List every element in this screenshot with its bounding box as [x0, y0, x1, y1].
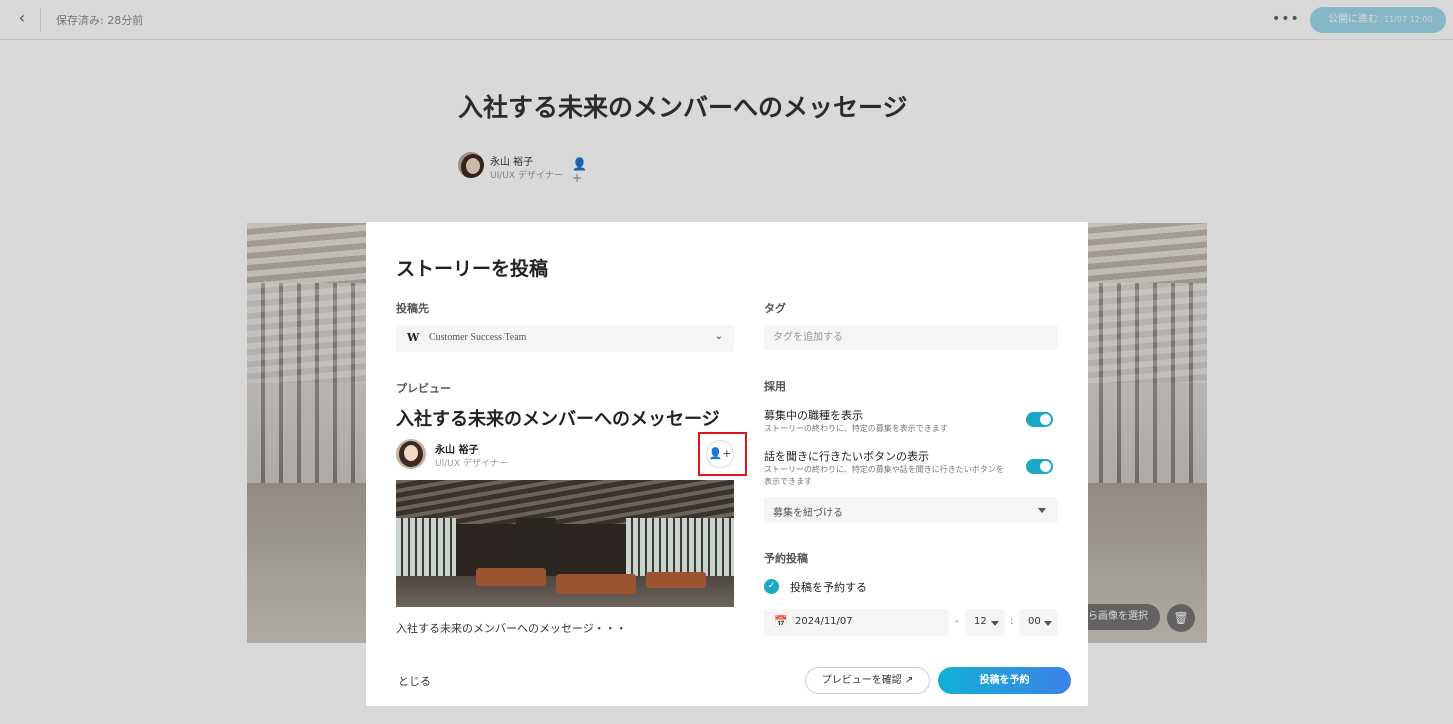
close-button[interactable]: とじる	[398, 673, 431, 689]
highlight-box	[698, 432, 747, 476]
show-jobs-toggle[interactable]	[1026, 412, 1053, 427]
recruitment-label: 採用	[764, 380, 786, 393]
preview-button[interactable]: プレビューを確認 ↗	[805, 667, 930, 694]
schedule-label: 予約投稿	[764, 552, 808, 565]
destination-select[interactable]: W Customer Success Team ⌄	[396, 325, 734, 352]
dropdown-arrow-icon	[991, 621, 999, 626]
link-job-value: 募集を紐づける	[773, 508, 843, 519]
preview-cover-image	[396, 480, 734, 607]
tag-input[interactable]	[764, 325, 1058, 350]
preview-label: プレビュー	[396, 382, 451, 395]
schedule-checkbox[interactable]: ✓	[764, 579, 779, 594]
minute-select[interactable]: 00	[1019, 609, 1058, 636]
hour-value: 12	[974, 616, 987, 627]
dropdown-arrow-icon	[1038, 508, 1046, 513]
preview-title: 入社する未来のメンバーへのメッセージ	[396, 409, 720, 430]
modal-title: ストーリーを投稿	[396, 258, 549, 280]
minute-value: 00	[1028, 616, 1041, 627]
schedule-checkbox-label[interactable]: 投稿を予約する	[790, 579, 867, 595]
preview-excerpt: 入社する未来のメンバーへのメッセージ・・・	[396, 622, 627, 635]
destination-value: Customer Success Team	[429, 332, 527, 343]
tags-label: タグ	[764, 302, 786, 315]
dropdown-arrow-icon	[1044, 621, 1052, 626]
show-jobs-desc: ストーリーの終わりに、特定の募集を表示できます	[764, 424, 948, 433]
chevron-down-icon: ⌄	[714, 331, 723, 342]
post-story-modal: ストーリーを投稿 投稿先 W Customer Success Team ⌄ プ…	[366, 222, 1088, 706]
time-separator: :	[1010, 616, 1014, 627]
show-jobs-title: 募集中の職種を表示	[764, 409, 863, 422]
link-job-select[interactable]: 募集を紐づける	[764, 497, 1058, 523]
visit-button-toggle[interactable]	[1026, 459, 1053, 474]
visit-button-title: 話を聞きに行きたいボタンの表示	[764, 450, 929, 463]
preview-author-role: UI/UX デザイナー	[435, 459, 508, 469]
date-value: 2024/11/07	[795, 616, 853, 627]
preview-author-name: 永山 裕子	[435, 445, 479, 456]
visit-button-desc: ストーリーの終わりに、特定の募集や話を聞きに行きたいボタンを表示できます	[764, 465, 1004, 486]
avatar	[396, 439, 426, 469]
destination-label: 投稿先	[396, 302, 429, 315]
date-field[interactable]: 📅 2024/11/07	[764, 609, 949, 636]
preview-button-label: プレビューを確認	[821, 675, 902, 686]
calendar-icon: 📅	[774, 615, 788, 628]
date-time-separator: -	[955, 616, 959, 627]
company-logo-icon: W	[407, 331, 420, 344]
schedule-post-button[interactable]: 投稿を予約	[938, 667, 1071, 694]
external-link-icon: ↗	[904, 675, 914, 686]
hour-select[interactable]: 12	[965, 609, 1005, 636]
